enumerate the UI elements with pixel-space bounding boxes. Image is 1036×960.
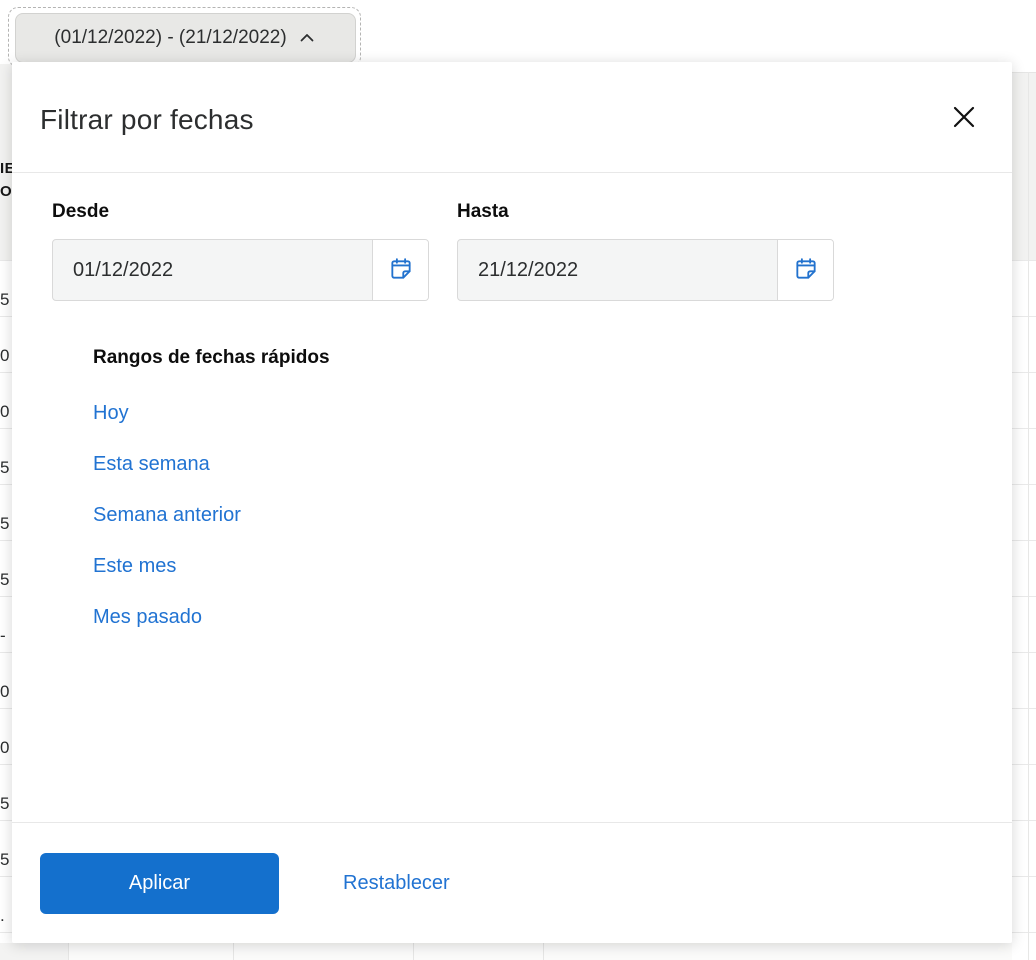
table-cell-fragment: 0 (0, 738, 10, 757)
chevron-up-icon (297, 29, 317, 47)
table-cell-fragment: 5 (0, 290, 10, 309)
table-cell-fragment: 5 (0, 794, 10, 813)
to-date-input: 21/12/2022 (457, 239, 834, 301)
table-column-border (68, 943, 69, 960)
reset-link[interactable]: Restablecer (343, 872, 450, 895)
page: IE OR 5 0 0 5 5 5 - 0 0 5 5 . (0, 0, 1036, 960)
background-table-header: IE OR (0, 64, 12, 260)
footer-divider (12, 822, 1012, 823)
table-cell-fragment: 5 (0, 570, 10, 589)
from-date-input: 01/12/2022 (52, 239, 429, 301)
dialog-title: Filtrar por fechas (40, 104, 254, 135)
quick-ranges-heading: Rangos de fechas rápidos (93, 347, 330, 368)
header-divider (12, 172, 1012, 173)
date-range-button[interactable]: (01/12/2022) - (21/12/2022) (15, 13, 356, 63)
apply-button[interactable]: Aplicar (40, 853, 279, 914)
calendar-icon (388, 256, 414, 285)
table-header-fragment: OR (0, 183, 12, 200)
table-cell-fragment: 5 (0, 850, 10, 869)
table-cell-fragment: 5 (0, 458, 10, 477)
quick-range-this-week[interactable]: Esta semana (93, 453, 210, 476)
background-table-bottom (0, 943, 1012, 960)
table-column-border (233, 943, 234, 960)
to-date-picker-button[interactable] (777, 240, 833, 300)
close-icon (948, 101, 980, 136)
background-table-header (1012, 73, 1036, 260)
date-range-label: (01/12/2022) - (21/12/2022) (54, 27, 287, 48)
table-cell-fragment: 0 (0, 682, 10, 701)
table-cell-fragment: 5 (0, 514, 10, 533)
to-date-value[interactable]: 21/12/2022 (458, 240, 777, 300)
to-date-label: Hasta (457, 201, 509, 222)
table-column-border (413, 943, 414, 960)
quick-range-this-month[interactable]: Este mes (93, 555, 176, 578)
quick-range-last-month[interactable]: Mes pasado (93, 606, 202, 629)
table-cell (0, 943, 68, 960)
background-table-left: IE OR 5 0 0 5 5 5 - 0 0 5 5 . (0, 64, 12, 960)
from-date-label: Desde (52, 201, 110, 222)
quick-range-today[interactable]: Hoy (93, 402, 129, 425)
calendar-icon (793, 256, 819, 285)
table-cell-fragment: . (0, 906, 5, 925)
from-date-picker-button[interactable] (372, 240, 428, 300)
date-range-button-focus-ring: (01/12/2022) - (21/12/2022) (8, 7, 361, 67)
background-table-right (1012, 0, 1036, 960)
from-date-value[interactable]: 01/12/2022 (53, 240, 372, 300)
background-table-rows (1012, 260, 1036, 960)
quick-range-previous-week[interactable]: Semana anterior (93, 504, 241, 527)
table-column-border (1028, 72, 1029, 960)
table-header-fragment: IE (0, 160, 12, 177)
table-cell-fragment: - (0, 626, 6, 645)
table-cell-fragment: 0 (0, 402, 10, 421)
table-column-border (543, 943, 544, 960)
filter-by-dates-dialog: Filtrar por fechas Desde 01/12/2022 Hast… (12, 62, 1012, 943)
close-button[interactable] (946, 100, 982, 136)
table-cell-fragment: 0 (0, 346, 10, 365)
background-table-rows: 5 0 0 5 5 5 - 0 0 5 5 . (0, 260, 12, 960)
